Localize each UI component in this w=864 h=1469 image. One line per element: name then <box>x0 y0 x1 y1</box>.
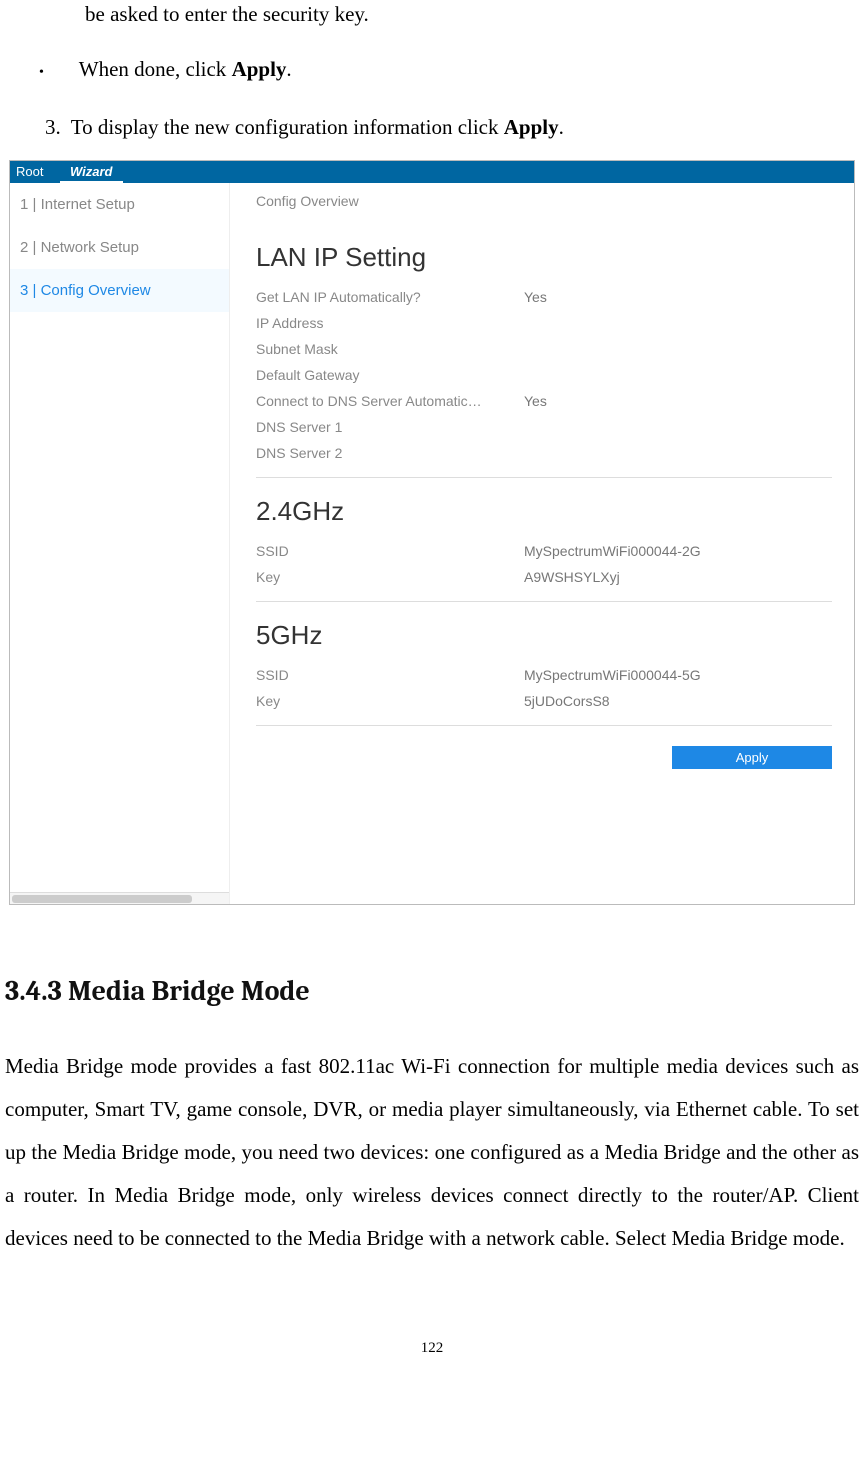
config-value: MySpectrumWiFi000044-5G <box>524 667 701 683</box>
numbered-item: 3. To display the new configuration infor… <box>45 113 859 142</box>
config-row: Connect to DNS Server Automatic…Yes <box>256 393 832 409</box>
ss-breadcrumb: Config Overview <box>256 183 832 224</box>
config-value: Yes <box>524 289 547 305</box>
ss-main: Config Overview LAN IP Setting Get LAN IP… <box>230 183 854 904</box>
config-label: Key <box>256 693 524 709</box>
config-label: DNS Server 1 <box>256 419 524 435</box>
config-row: DNS Server 2 <box>256 445 832 461</box>
config-label: SSID <box>256 543 524 559</box>
bullet-bold: Apply <box>232 57 287 81</box>
config-row: KeyA9WSHSYLXyj <box>256 569 832 585</box>
config-value: MySpectrumWiFi000044-2G <box>524 543 701 559</box>
page-number: 122 <box>5 1340 859 1357</box>
sidebar-item-0[interactable]: 1 | Internet Setup <box>10 183 229 226</box>
config-label: Key <box>256 569 524 585</box>
config-row: Subnet Mask <box>256 341 832 357</box>
config-label: Default Gateway <box>256 367 524 383</box>
config-row: Get LAN IP Automatically?Yes <box>256 289 832 305</box>
config-row: SSIDMySpectrumWiFi000044-5G <box>256 667 832 683</box>
config-row: DNS Server 1 <box>256 419 832 435</box>
ss-wizard-tab[interactable]: Wizard <box>60 161 123 183</box>
ss-sidebar-scrollbar[interactable] <box>10 892 229 904</box>
num-marker: 3. <box>45 115 61 139</box>
config-label: IP Address <box>256 315 524 331</box>
bullet-item: When done, click Apply. <box>85 55 859 84</box>
config-value: A9WSHSYLXyj <box>524 569 620 585</box>
continuation-line: be asked to enter the security key. <box>85 0 859 29</box>
section-title: 5GHz <box>256 620 832 651</box>
config-row: IP Address <box>256 315 832 331</box>
config-label: Connect to DNS Server Automatic… <box>256 393 524 409</box>
num-bold: Apply <box>504 115 559 139</box>
config-label: Subnet Mask <box>256 341 524 357</box>
section-divider <box>256 725 832 726</box>
section-heading: 3.4.3 Media Bridge Mode <box>5 975 859 1007</box>
section-divider <box>256 601 832 602</box>
config-label: SSID <box>256 667 524 683</box>
bullet-text-after: . <box>286 57 291 81</box>
section-divider <box>256 477 832 478</box>
config-value: Yes <box>524 393 547 409</box>
section-title: LAN IP Setting <box>256 242 832 273</box>
sidebar-item-2[interactable]: 3 | Config Overview <box>10 269 229 312</box>
config-row: Key5jUDoCorsS8 <box>256 693 832 709</box>
ss-header-spacer <box>123 161 855 183</box>
num-text-after: . <box>559 115 564 139</box>
section-title: 2.4GHz <box>256 496 832 527</box>
apply-button[interactable]: Apply <box>672 746 832 769</box>
config-label: Get LAN IP Automatically? <box>256 289 524 305</box>
sidebar-item-1[interactable]: 2 | Network Setup <box>10 226 229 269</box>
config-value: 5jUDoCorsS8 <box>524 693 610 709</box>
ss-root-link[interactable]: Root <box>10 161 60 183</box>
config-row: SSIDMySpectrumWiFi000044-2G <box>256 543 832 559</box>
config-label: DNS Server 2 <box>256 445 524 461</box>
config-row: Default Gateway <box>256 367 832 383</box>
bullet-text-before: When done, click <box>79 57 232 81</box>
ss-sidebar: 1 | Internet Setup2 | Network Setup3 | C… <box>10 183 230 904</box>
num-text-before: To display the new configuration informa… <box>71 115 504 139</box>
embedded-screenshot: Root Wizard 1 | Internet Setup2 | Networ… <box>9 160 855 905</box>
body-paragraph: Media Bridge mode provides a fast 802.11… <box>5 1045 859 1260</box>
ss-header: Root Wizard <box>10 161 854 183</box>
